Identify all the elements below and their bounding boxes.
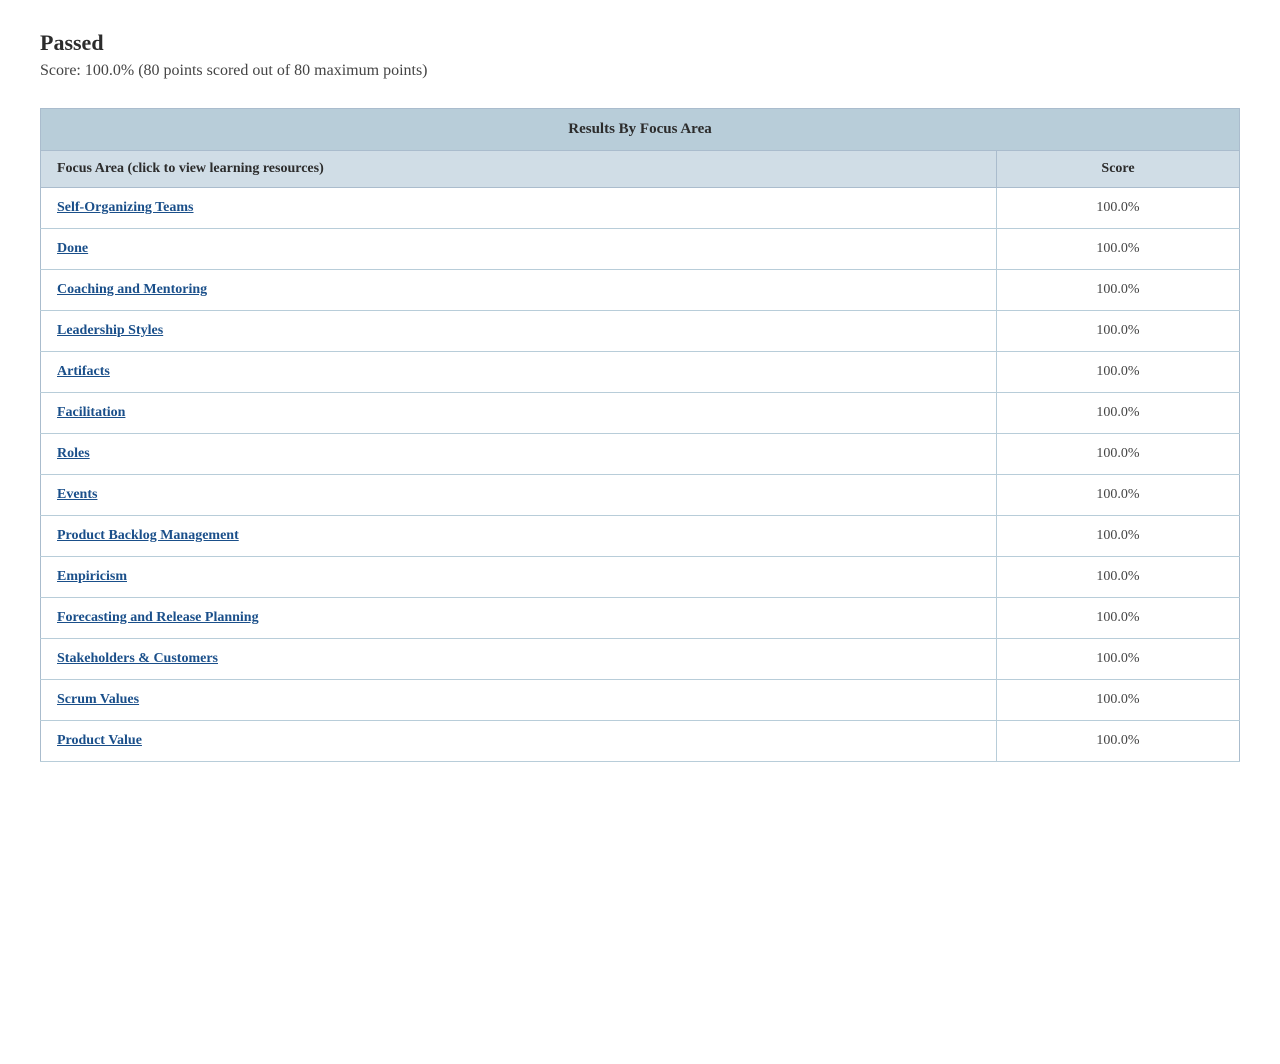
score-cell: 100.0% [997, 639, 1240, 680]
score-cell: 100.0% [997, 475, 1240, 516]
table-row: Roles 100.0% [41, 434, 1240, 475]
focus-area-cell: Artifacts [41, 352, 997, 393]
score-cell: 100.0% [997, 188, 1240, 229]
table-row: Events 100.0% [41, 475, 1240, 516]
results-table: Results By Focus Area Focus Area (click … [40, 108, 1240, 762]
score-cell: 100.0% [997, 229, 1240, 270]
focus-area-cell: Leadership Styles [41, 311, 997, 352]
focus-area-link[interactable]: Events [57, 487, 97, 502]
table-row: Forecasting and Release Planning 100.0% [41, 598, 1240, 639]
focus-area-cell: Forecasting and Release Planning [41, 598, 997, 639]
focus-area-link[interactable]: Product Value [57, 733, 142, 748]
table-row: Self-Organizing Teams 100.0% [41, 188, 1240, 229]
score-cell: 100.0% [997, 393, 1240, 434]
focus-area-link[interactable]: Scrum Values [57, 692, 139, 707]
passed-title: Passed [40, 30, 1240, 56]
focus-area-cell: Stakeholders & Customers [41, 639, 997, 680]
focus-area-link[interactable]: Stakeholders & Customers [57, 651, 218, 666]
focus-area-link[interactable]: Self-Organizing Teams [57, 200, 194, 215]
focus-area-cell: Empiricism [41, 557, 997, 598]
table-row: Stakeholders & Customers 100.0% [41, 639, 1240, 680]
score-cell: 100.0% [997, 352, 1240, 393]
table-row: Empiricism 100.0% [41, 557, 1240, 598]
focus-area-link[interactable]: Empiricism [57, 569, 127, 584]
table-row: Product Backlog Management 100.0% [41, 516, 1240, 557]
score-cell: 100.0% [997, 680, 1240, 721]
focus-area-link[interactable]: Facilitation [57, 405, 125, 420]
table-row: Facilitation 100.0% [41, 393, 1240, 434]
section-header-row: Results By Focus Area [41, 109, 1240, 151]
focus-area-link[interactable]: Coaching and Mentoring [57, 282, 207, 297]
focus-area-link[interactable]: Done [57, 241, 88, 256]
focus-area-cell: Product Backlog Management [41, 516, 997, 557]
focus-area-cell: Done [41, 229, 997, 270]
table-row: Artifacts 100.0% [41, 352, 1240, 393]
section-header: Results By Focus Area [41, 109, 1240, 151]
score-cell: 100.0% [997, 434, 1240, 475]
focus-area-cell: Coaching and Mentoring [41, 270, 997, 311]
focus-area-cell: Events [41, 475, 997, 516]
col-score-header: Score [997, 151, 1240, 188]
table-row: Coaching and Mentoring 100.0% [41, 270, 1240, 311]
score-text: Score: 100.0% (80 points scored out of 8… [40, 62, 1240, 80]
col-focus-area-header: Focus Area (click to view learning resou… [41, 151, 997, 188]
table-row: Done 100.0% [41, 229, 1240, 270]
focus-area-cell: Scrum Values [41, 680, 997, 721]
score-cell: 100.0% [997, 516, 1240, 557]
column-header-row: Focus Area (click to view learning resou… [41, 151, 1240, 188]
table-row: Product Value 100.0% [41, 721, 1240, 762]
score-cell: 100.0% [997, 721, 1240, 762]
focus-area-link[interactable]: Roles [57, 446, 90, 461]
focus-area-link[interactable]: Product Backlog Management [57, 528, 239, 543]
focus-area-cell: Product Value [41, 721, 997, 762]
score-cell: 100.0% [997, 311, 1240, 352]
focus-area-link[interactable]: Leadership Styles [57, 323, 163, 338]
score-cell: 100.0% [997, 598, 1240, 639]
focus-area-link[interactable]: Forecasting and Release Planning [57, 610, 259, 625]
score-cell: 100.0% [997, 557, 1240, 598]
focus-area-cell: Roles [41, 434, 997, 475]
table-row: Leadership Styles 100.0% [41, 311, 1240, 352]
focus-area-cell: Self-Organizing Teams [41, 188, 997, 229]
score-cell: 100.0% [997, 270, 1240, 311]
table-row: Scrum Values 100.0% [41, 680, 1240, 721]
focus-area-cell: Facilitation [41, 393, 997, 434]
focus-area-link[interactable]: Artifacts [57, 364, 110, 379]
